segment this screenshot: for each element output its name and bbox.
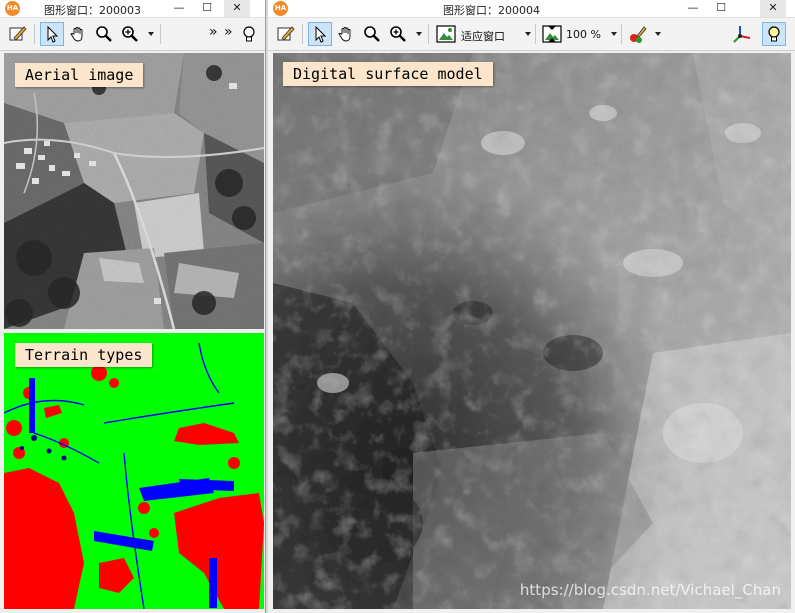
halcon-app-icon: HA (5, 1, 20, 16)
zoom-in-icon[interactable] (386, 22, 410, 46)
fit-window-dropdown-arrow-icon[interactable] (525, 32, 531, 36)
draw-pen-icon[interactable] (274, 22, 298, 46)
aerial-image (4, 53, 264, 329)
draw-pen-icon[interactable] (6, 22, 30, 46)
toolbar-separator (535, 24, 536, 44)
toolbar-separator (34, 24, 35, 44)
axes-3d-icon[interactable] (730, 22, 754, 46)
zoom-percent-select[interactable]: 100 % (566, 28, 601, 41)
zoom-percent-icon[interactable] (540, 22, 564, 46)
minimize-button[interactable]: — (680, 0, 706, 17)
window-title: 图形窗口：200004 (443, 4, 540, 17)
terrain-types-image (4, 333, 264, 609)
toolbar-separator (621, 24, 622, 44)
zoom-dropdown-arrow-icon[interactable] (148, 32, 154, 36)
fit-window-select[interactable]: 适应窗口 (461, 28, 505, 44)
pointer-icon[interactable] (40, 22, 64, 46)
window-title: 图形窗口：200003 (44, 4, 141, 17)
pointer-icon[interactable] (308, 22, 332, 46)
watermark-text: https://blog.csdn.net/Vichael_Chan (519, 581, 781, 599)
graphics-window-200004: HA 图形窗口：200004 — ☐ ✕ 适应窗口 100 % Digital … (268, 0, 795, 613)
toolbar-overflow-button-2[interactable]: » (224, 24, 233, 40)
toolbar-overflow-button[interactable]: » (209, 24, 218, 40)
title-bar[interactable]: HA 图形窗口：200003 — ☐ ✕ (0, 0, 265, 18)
lightbulb-icon[interactable] (237, 22, 261, 46)
aerial-image-label: Aerial image (15, 63, 144, 87)
minimize-button[interactable]: — (166, 0, 192, 17)
toolbar-separator (160, 24, 161, 44)
graphics-window-200003: HA 图形窗口：200003 — ☐ ✕ » » Aerial image Te… (0, 0, 266, 613)
terrain-types-label: Terrain types (15, 343, 153, 367)
terrain-types-canvas[interactable]: Terrain types (4, 333, 264, 609)
fit-window-icon[interactable] (434, 22, 458, 46)
lightbulb-icon[interactable] (762, 22, 786, 46)
maximize-button[interactable]: ☐ (194, 0, 220, 17)
zoom-dropdown-arrow-icon[interactable] (416, 32, 422, 36)
magnifier-icon[interactable] (360, 22, 384, 46)
toolbar: 适应窗口 100 % (268, 18, 795, 51)
maximize-button[interactable]: ☐ (708, 0, 734, 17)
magnifier-icon[interactable] (92, 22, 116, 46)
paint-color-icon[interactable] (626, 22, 650, 46)
paint-color-dropdown-arrow-icon[interactable] (655, 32, 661, 36)
close-button[interactable]: ✕ (760, 0, 786, 17)
close-button[interactable]: ✕ (224, 0, 250, 17)
toolbar-separator (302, 24, 303, 44)
toolbar-separator (428, 24, 429, 44)
zoom-percent-dropdown-arrow-icon[interactable] (611, 32, 617, 36)
halcon-app-icon: HA (273, 1, 288, 16)
digital-surface-model-label: Digital surface model (283, 62, 493, 86)
hand-pan-icon[interactable] (334, 22, 358, 46)
toolbar: » » (0, 18, 265, 51)
zoom-in-icon[interactable] (118, 22, 142, 46)
digital-surface-model-image (273, 53, 791, 609)
hand-pan-icon[interactable] (66, 22, 90, 46)
aerial-image-canvas[interactable]: Aerial image (4, 53, 264, 329)
digital-surface-model-canvas[interactable]: Digital surface model https://blog.csdn.… (273, 53, 791, 609)
title-bar[interactable]: HA 图形窗口：200004 — ☐ ✕ (268, 0, 795, 18)
